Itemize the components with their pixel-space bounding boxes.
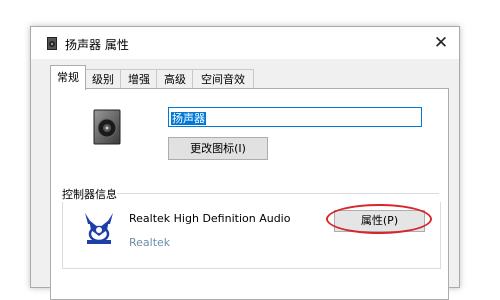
change-icon-button[interactable]: 更改图标(I) (168, 137, 268, 160)
realtek-logo-icon (85, 213, 113, 244)
controller-info-label: 控制器信息 (62, 188, 117, 201)
title-bar: 扬声器 属性 ✕ (31, 27, 459, 59)
speaker-title-icon (47, 37, 57, 50)
general-tab-panel: 扬声器 更改图标(I) 控制器信息 Realtek High Definitio… (50, 88, 449, 300)
window-title: 扬声器 属性 (65, 38, 129, 52)
controller-properties-button[interactable]: 属性(P) (334, 210, 425, 232)
controller-vendor: Realtek (129, 236, 171, 249)
group-divider (117, 193, 439, 194)
tab-enhancements[interactable]: 增强 (120, 69, 158, 89)
speaker-device-icon (93, 109, 121, 145)
device-name-input[interactable]: 扬声器 (168, 107, 422, 127)
controller-name: Realtek High Definition Audio (129, 212, 291, 225)
tab-levels[interactable]: 级别 (84, 69, 122, 89)
device-name-value: 扬声器 (171, 112, 206, 125)
tab-general[interactable]: 常规 (50, 65, 86, 90)
tab-spatial-sound[interactable]: 空间音效 (192, 69, 254, 89)
speaker-properties-dialog: 扬声器 属性 ✕ 常规 级别 增强 高级 空间音效 扬声器 更改图标(I) 控制… (30, 26, 460, 300)
controller-info-group: Realtek High Definition Audio Realtek 属性… (62, 202, 441, 269)
close-button[interactable]: ✕ (429, 31, 453, 55)
tab-advanced[interactable]: 高级 (156, 69, 194, 89)
close-icon: ✕ (433, 33, 449, 53)
